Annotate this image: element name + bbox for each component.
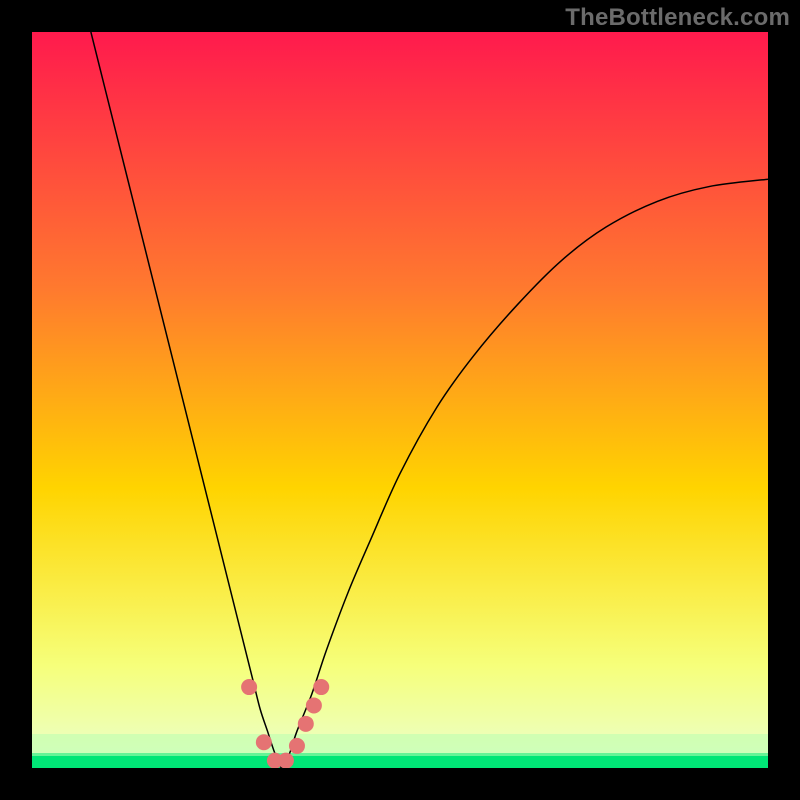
highlight-point (289, 738, 305, 754)
highlight-point (256, 734, 272, 750)
highlight-point (278, 753, 294, 768)
highlight-point (298, 716, 314, 732)
gradient-background (32, 32, 768, 768)
highlight-point (241, 679, 257, 695)
plot-area (32, 32, 768, 768)
watermark-text: TheBottleneck.com (565, 4, 790, 32)
chart-frame: TheBottleneck.com (0, 0, 800, 800)
chart-svg (32, 32, 768, 768)
green-fade (32, 734, 768, 756)
highlight-point (313, 679, 329, 695)
highlight-point (306, 697, 322, 713)
